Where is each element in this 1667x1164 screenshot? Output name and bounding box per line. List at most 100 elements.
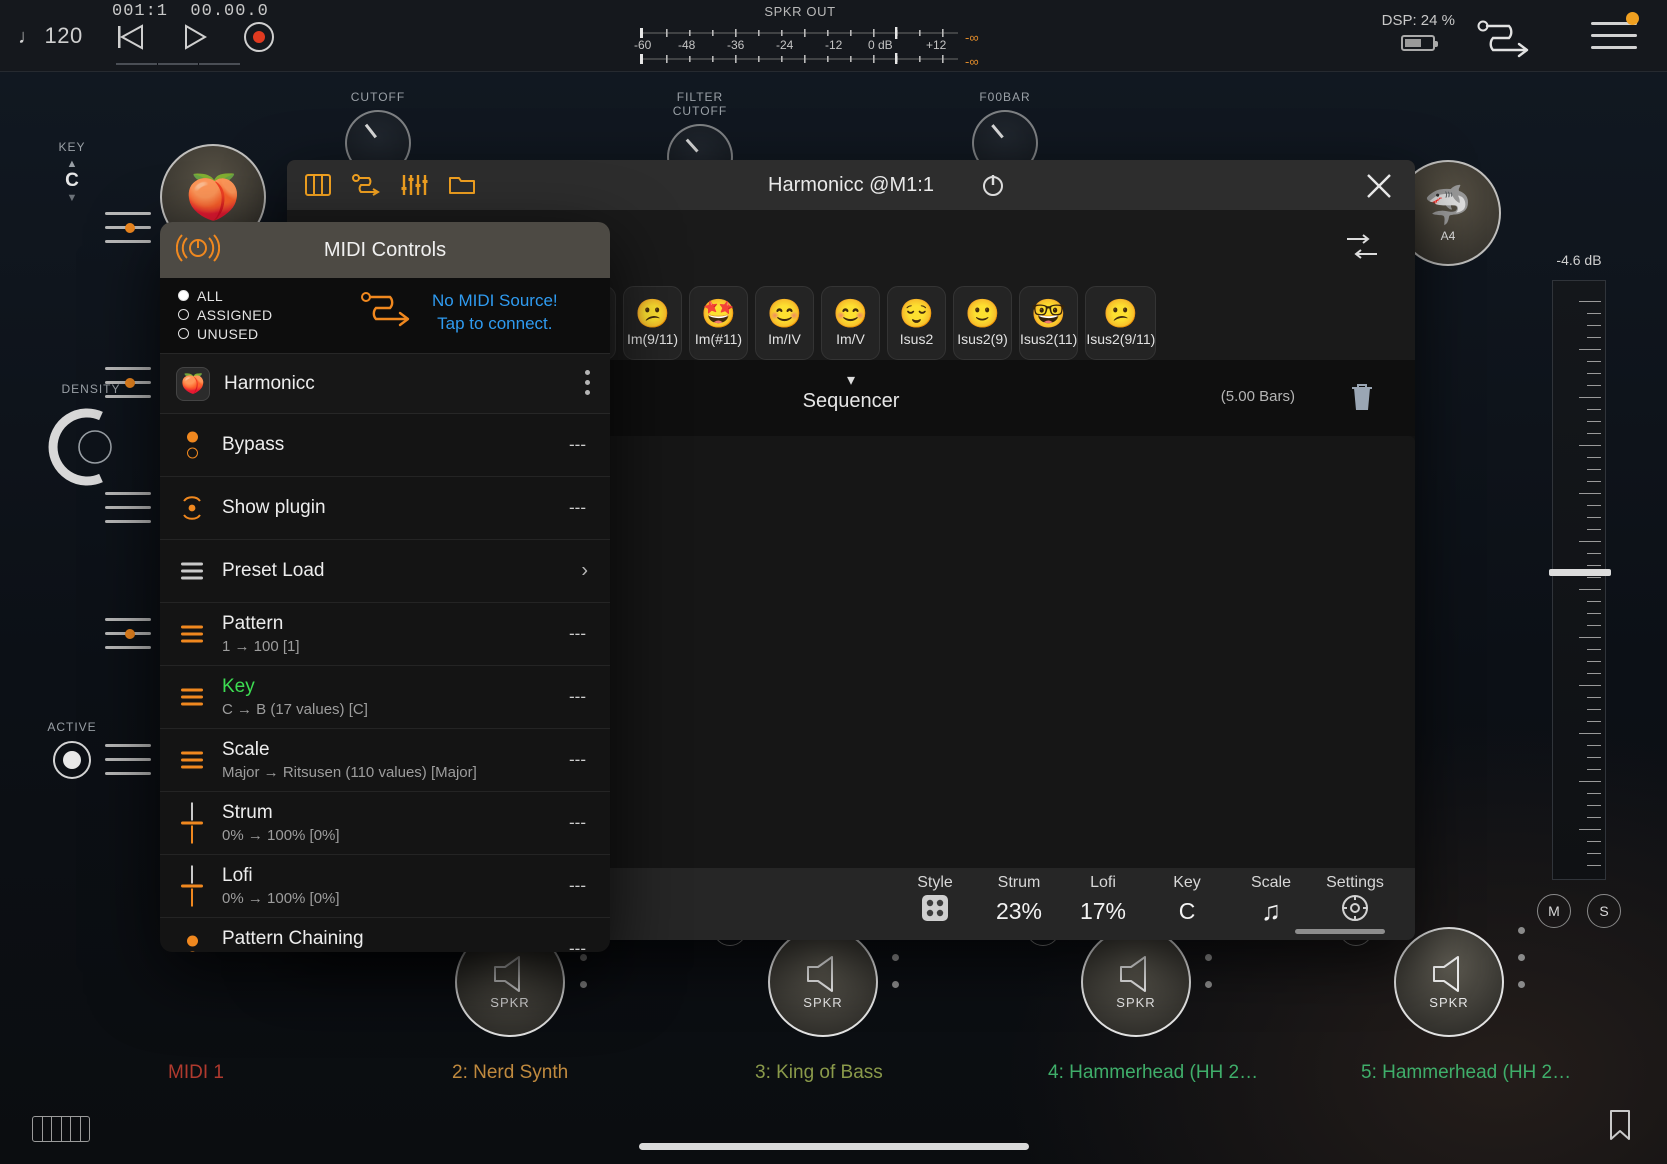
speaker-label: SPKR: [490, 995, 529, 1010]
chevron-right-icon[interactable]: ›: [581, 560, 588, 583]
keyboard-icon[interactable]: [303, 171, 333, 199]
play-button[interactable]: [174, 18, 216, 56]
midi-param-row[interactable]: Preset Load›: [160, 540, 610, 603]
chord-emoji: 😌: [899, 300, 934, 328]
mute-button[interactable]: M: [1537, 894, 1571, 928]
close-button[interactable]: [1365, 172, 1393, 205]
folder-icon[interactable]: [447, 171, 477, 199]
toggle-icon[interactable]: [178, 936, 206, 953]
toggle-icon[interactable]: [178, 432, 206, 459]
tempo-display[interactable]: ♩120: [18, 23, 83, 49]
active-toggle-icon[interactable]: [52, 740, 92, 780]
sliders-icon[interactable]: [399, 171, 429, 199]
stepper-icon[interactable]: [178, 750, 206, 771]
chord-button[interactable]: 😊Im/IV: [755, 286, 814, 360]
midi-param-row[interactable]: Show plugin---: [160, 477, 610, 540]
transport-progress-bar[interactable]: [116, 63, 240, 65]
piano-keyboard-icon[interactable]: [32, 1116, 90, 1142]
track-5-speaker[interactable]: SPKR: [1394, 927, 1504, 1037]
chord-button[interactable]: 😌Isus2: [887, 286, 946, 360]
midi-plugin-row[interactable]: 🍑 Harmonicc: [160, 354, 610, 414]
active-control[interactable]: ACTIVE: [44, 720, 100, 785]
track-5-slot-dots[interactable]: [1518, 927, 1526, 1008]
midi-param-row[interactable]: ScaleMajor → Ritsusen (110 values) [Majo…: [160, 729, 610, 792]
bookmark-button[interactable]: [1607, 1109, 1633, 1146]
footer-item-settings[interactable]: Settings: [1325, 874, 1385, 926]
slider-icon[interactable]: [178, 866, 206, 907]
mixer-slider-5[interactable]: [105, 744, 151, 778]
midi-param-row[interactable]: Bypass---: [160, 414, 610, 477]
footer-item-scale[interactable]: Scale♫: [1241, 874, 1301, 926]
solo-button[interactable]: S: [1587, 894, 1621, 928]
mixer-slider-4[interactable]: [105, 618, 151, 652]
mixer-slider-1[interactable]: [105, 212, 151, 246]
rewind-button[interactable]: [110, 18, 152, 56]
footer-item-key[interactable]: KeyC: [1157, 874, 1217, 926]
midi-filter-all[interactable]: ALL: [178, 286, 273, 305]
footer-item-lofi[interactable]: Lofi17%: [1073, 874, 1133, 926]
stepper-icon[interactable]: [178, 687, 206, 708]
kebab-menu-icon[interactable]: [585, 370, 590, 400]
radio-icon: [178, 309, 189, 320]
track-name-1[interactable]: MIDI 1: [168, 1062, 224, 1084]
clip-indicator-bottom[interactable]: -∞: [965, 54, 979, 69]
slider-thumb[interactable]: [125, 378, 135, 388]
chord-emoji: 🤓: [1031, 300, 1066, 328]
key-up-arrow-icon[interactable]: ▲: [44, 158, 100, 170]
midi-param-row[interactable]: Strum0% → 100% [0%]---: [160, 792, 610, 855]
slider-thumb[interactable]: [125, 629, 135, 639]
chord-button[interactable]: 😕Isus2(9/11): [1085, 286, 1156, 360]
shuffle-button[interactable]: [1345, 232, 1379, 267]
record-button[interactable]: [238, 18, 280, 56]
fader-handle[interactable]: [1549, 569, 1611, 576]
track-name-3[interactable]: 3: King of Bass: [755, 1062, 883, 1084]
footer-item-strum[interactable]: Strum23%: [989, 874, 1049, 926]
midi-param-row[interactable]: Lofi0% → 100% [0%]---: [160, 855, 610, 918]
midi-filter-assigned[interactable]: ASSIGNED: [178, 305, 273, 324]
chord-button[interactable]: 🙂Isus2(9): [953, 286, 1012, 360]
midi-param-row[interactable]: Pattern ChainingON / [OFF]---: [160, 918, 610, 952]
track-4-speaker[interactable]: SPKR: [1081, 927, 1191, 1037]
chord-button[interactable]: 😊Im/V: [821, 286, 880, 360]
slider-icon[interactable]: [178, 803, 206, 844]
midi-param-row[interactable]: Pattern1 → 100 [1]---: [160, 603, 610, 666]
chord-emoji: 😊: [767, 300, 802, 328]
midi-param-row[interactable]: KeyC → B (17 values) [C]---: [160, 666, 610, 729]
midi-source-connect[interactable]: No MIDI Source! Tap to connect.: [360, 290, 558, 336]
clip-indicator-top[interactable]: -∞: [965, 30, 979, 45]
key-down-arrow-icon[interactable]: ▼: [44, 192, 100, 204]
density-knob-icon[interactable]: [39, 400, 143, 492]
footer-item-style[interactable]: Style: [905, 874, 965, 926]
midi-filter-unused[interactable]: UNUSED: [178, 324, 273, 343]
track-name-4[interactable]: 4: Hammerhead (HH 2…: [1048, 1062, 1258, 1084]
chord-button[interactable]: 🤩Im(#11): [689, 286, 748, 360]
toggle-off-dot: [187, 952, 198, 953]
routing-button[interactable]: [1475, 18, 1537, 65]
main-menu-button[interactable]: [1591, 20, 1637, 54]
track-name-2[interactable]: 2: Nerd Synth: [452, 1062, 568, 1084]
list-icon[interactable]: [178, 561, 206, 582]
home-indicator[interactable]: [639, 1143, 1029, 1150]
sequencer-clear-button[interactable]: [1349, 382, 1375, 419]
dot: [1518, 981, 1525, 988]
momentary-icon[interactable]: [178, 495, 206, 521]
stepper-icon[interactable]: [178, 624, 206, 645]
key: [62, 1117, 72, 1141]
plugin-window-titlebar: Harmonicc @M1:1: [287, 160, 1415, 210]
key-control[interactable]: KEY ▲ C ▼: [44, 140, 100, 204]
plugin-home-indicator[interactable]: [1295, 929, 1385, 934]
gear-icon: [1340, 893, 1370, 929]
chord-emoji: 😊: [833, 300, 868, 328]
chord-button[interactable]: 😕Im(9/11): [623, 286, 682, 360]
slider-thumb[interactable]: [125, 223, 135, 233]
mixer-slider-2[interactable]: [105, 367, 151, 401]
plugin-power-button[interactable]: [981, 173, 1005, 202]
chord-button[interactable]: 🤓Isus2(11): [1019, 286, 1078, 360]
midi-param-name: Preset Load: [222, 560, 610, 582]
channel-fader[interactable]: [1552, 280, 1606, 880]
track-3-speaker[interactable]: SPKR: [768, 927, 878, 1037]
mixer-slider-3[interactable]: [105, 492, 151, 526]
midi-controls-title: MIDI Controls: [160, 239, 610, 262]
routing-icon[interactable]: [351, 171, 381, 199]
track-name-5[interactable]: 5: Hammerhead (HH 2…: [1361, 1062, 1571, 1084]
